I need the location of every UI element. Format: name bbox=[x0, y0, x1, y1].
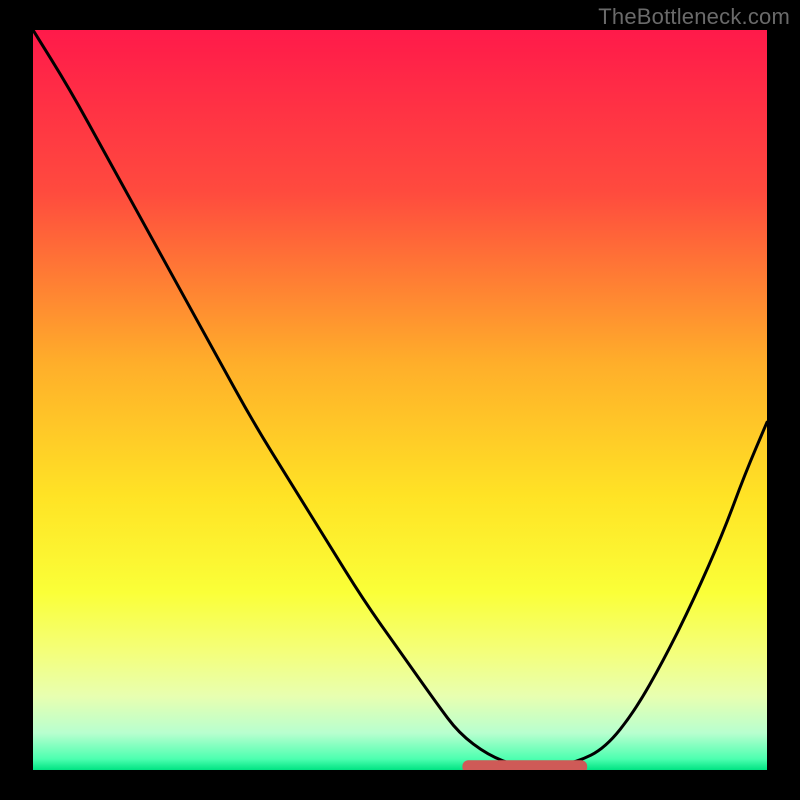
gradient-background bbox=[33, 30, 767, 770]
watermark-text: TheBottleneck.com bbox=[598, 4, 790, 30]
optimal-range-marker bbox=[462, 760, 587, 770]
plot-area bbox=[33, 30, 767, 770]
chart-frame: TheBottleneck.com bbox=[0, 0, 800, 800]
chart-svg bbox=[33, 30, 767, 770]
